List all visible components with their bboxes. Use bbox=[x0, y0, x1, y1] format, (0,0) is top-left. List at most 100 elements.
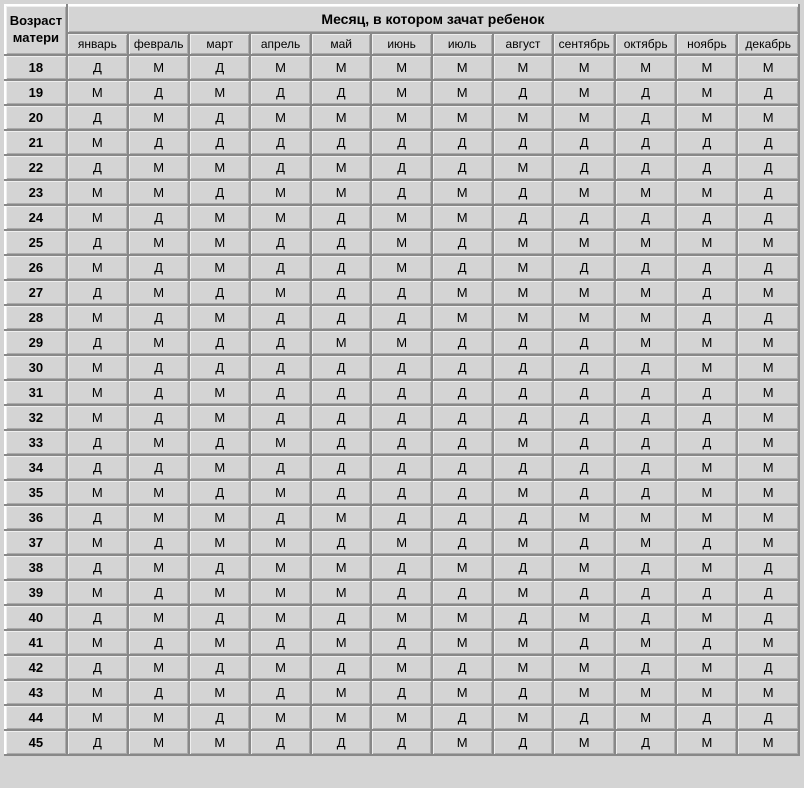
cell-value: Д bbox=[676, 280, 737, 305]
cell-value: М bbox=[189, 680, 250, 705]
cell-value: М bbox=[493, 530, 554, 555]
cell-value: Д bbox=[737, 255, 799, 280]
cell-value: Д bbox=[128, 530, 190, 555]
cell-value: Д bbox=[493, 605, 554, 630]
cell-value: М bbox=[553, 555, 615, 580]
cell-value: М bbox=[189, 580, 250, 605]
cell-value: М bbox=[493, 155, 554, 180]
cell-value: М bbox=[553, 605, 615, 630]
cell-value: М bbox=[676, 80, 737, 105]
cell-value: Д bbox=[371, 355, 432, 380]
table-row: 35ММДМДДДМДДММ bbox=[5, 480, 799, 505]
cell-value: Д bbox=[615, 205, 676, 230]
cell-value: Д bbox=[189, 605, 250, 630]
cell-value: Д bbox=[189, 280, 250, 305]
cell-value: Д bbox=[311, 280, 371, 305]
cell-value: М bbox=[128, 505, 190, 530]
cell-value: Д bbox=[615, 130, 676, 155]
cell-value: Д bbox=[311, 455, 371, 480]
table-row: 41МДМДМДММДМДМ bbox=[5, 630, 799, 655]
cell-value: М bbox=[737, 280, 799, 305]
cell-value: М bbox=[737, 230, 799, 255]
cell-value: Д bbox=[737, 180, 799, 205]
cell-value: М bbox=[311, 55, 371, 80]
table-row: 25ДММДДМДМММММ bbox=[5, 230, 799, 255]
cell-value: М bbox=[250, 205, 311, 230]
cell-value: Д bbox=[189, 130, 250, 155]
cell-value: Д bbox=[128, 630, 190, 655]
cell-value: Д bbox=[553, 455, 615, 480]
cell-value: М bbox=[676, 505, 737, 530]
cell-value: Д bbox=[493, 355, 554, 380]
month-header: август bbox=[493, 33, 554, 55]
cell-value: Д bbox=[371, 680, 432, 705]
cell-value: М bbox=[67, 380, 128, 405]
cell-value: Д bbox=[250, 80, 311, 105]
table-row: 38ДМДММДМДМДМД bbox=[5, 555, 799, 580]
cell-value: Д bbox=[311, 130, 371, 155]
cell-value: Д bbox=[615, 580, 676, 605]
cell-value: М bbox=[128, 55, 190, 80]
age-header: 28 bbox=[5, 305, 67, 330]
cell-value: Д bbox=[737, 605, 799, 630]
table-row: 22ДММДМДДМДДДД bbox=[5, 155, 799, 180]
cell-value: М bbox=[553, 280, 615, 305]
cell-value: Д bbox=[311, 380, 371, 405]
table-row: 45ДММДДДМДМДММ bbox=[5, 730, 799, 755]
month-header: май bbox=[311, 33, 371, 55]
cell-value: Д bbox=[250, 355, 311, 380]
cell-value: М bbox=[371, 705, 432, 730]
cell-value: М bbox=[250, 105, 311, 130]
table-row: 27ДМДМДДММММДМ bbox=[5, 280, 799, 305]
table-row: 18ДМДМММММММММ bbox=[5, 55, 799, 80]
cell-value: М bbox=[67, 305, 128, 330]
cell-value: Д bbox=[615, 80, 676, 105]
cell-value: Д bbox=[250, 255, 311, 280]
cell-value: Д bbox=[250, 455, 311, 480]
cell-value: М bbox=[432, 555, 493, 580]
cell-value: М bbox=[615, 705, 676, 730]
cell-value: Д bbox=[553, 630, 615, 655]
table-row: 33ДМДМДДДМДДДМ bbox=[5, 430, 799, 455]
cell-value: М bbox=[311, 180, 371, 205]
cell-value: Д bbox=[67, 655, 128, 680]
cell-value: М bbox=[311, 155, 371, 180]
month-header: июль bbox=[432, 33, 493, 55]
cell-value: М bbox=[676, 230, 737, 255]
cell-value: Д bbox=[615, 105, 676, 130]
cell-value: Д bbox=[615, 380, 676, 405]
cell-value: Д bbox=[615, 730, 676, 755]
cell-value: М bbox=[189, 155, 250, 180]
cell-value: Д bbox=[371, 480, 432, 505]
cell-value: Д bbox=[371, 305, 432, 330]
cell-value: М bbox=[676, 480, 737, 505]
cell-value: Д bbox=[189, 430, 250, 455]
month-header: июнь bbox=[371, 33, 432, 55]
cell-value: Д bbox=[676, 305, 737, 330]
cell-value: Д bbox=[432, 330, 493, 355]
age-header: 26 bbox=[5, 255, 67, 280]
cell-value: М bbox=[615, 530, 676, 555]
cell-value: Д bbox=[128, 255, 190, 280]
cell-value: Д bbox=[432, 355, 493, 380]
cell-value: Д bbox=[676, 405, 737, 430]
cell-value: М bbox=[615, 180, 676, 205]
cell-value: М bbox=[189, 230, 250, 255]
cell-value: М bbox=[250, 180, 311, 205]
cell-value: М bbox=[371, 605, 432, 630]
cell-value: М bbox=[311, 330, 371, 355]
table-row: 31МДМДДДДДДДДМ bbox=[5, 380, 799, 405]
corner-line1: Возраст bbox=[10, 13, 62, 28]
cell-value: М bbox=[67, 630, 128, 655]
table-row: 19МДМДДММДМДМД bbox=[5, 80, 799, 105]
cell-value: М bbox=[737, 680, 799, 705]
cell-value: Д bbox=[67, 105, 128, 130]
cell-value: М bbox=[250, 655, 311, 680]
cell-value: Д bbox=[311, 480, 371, 505]
cell-value: М bbox=[128, 280, 190, 305]
cell-value: М bbox=[128, 655, 190, 680]
cell-value: Д bbox=[189, 355, 250, 380]
cell-value: Д bbox=[493, 555, 554, 580]
cell-value: М bbox=[189, 405, 250, 430]
cell-value: Д bbox=[615, 480, 676, 505]
